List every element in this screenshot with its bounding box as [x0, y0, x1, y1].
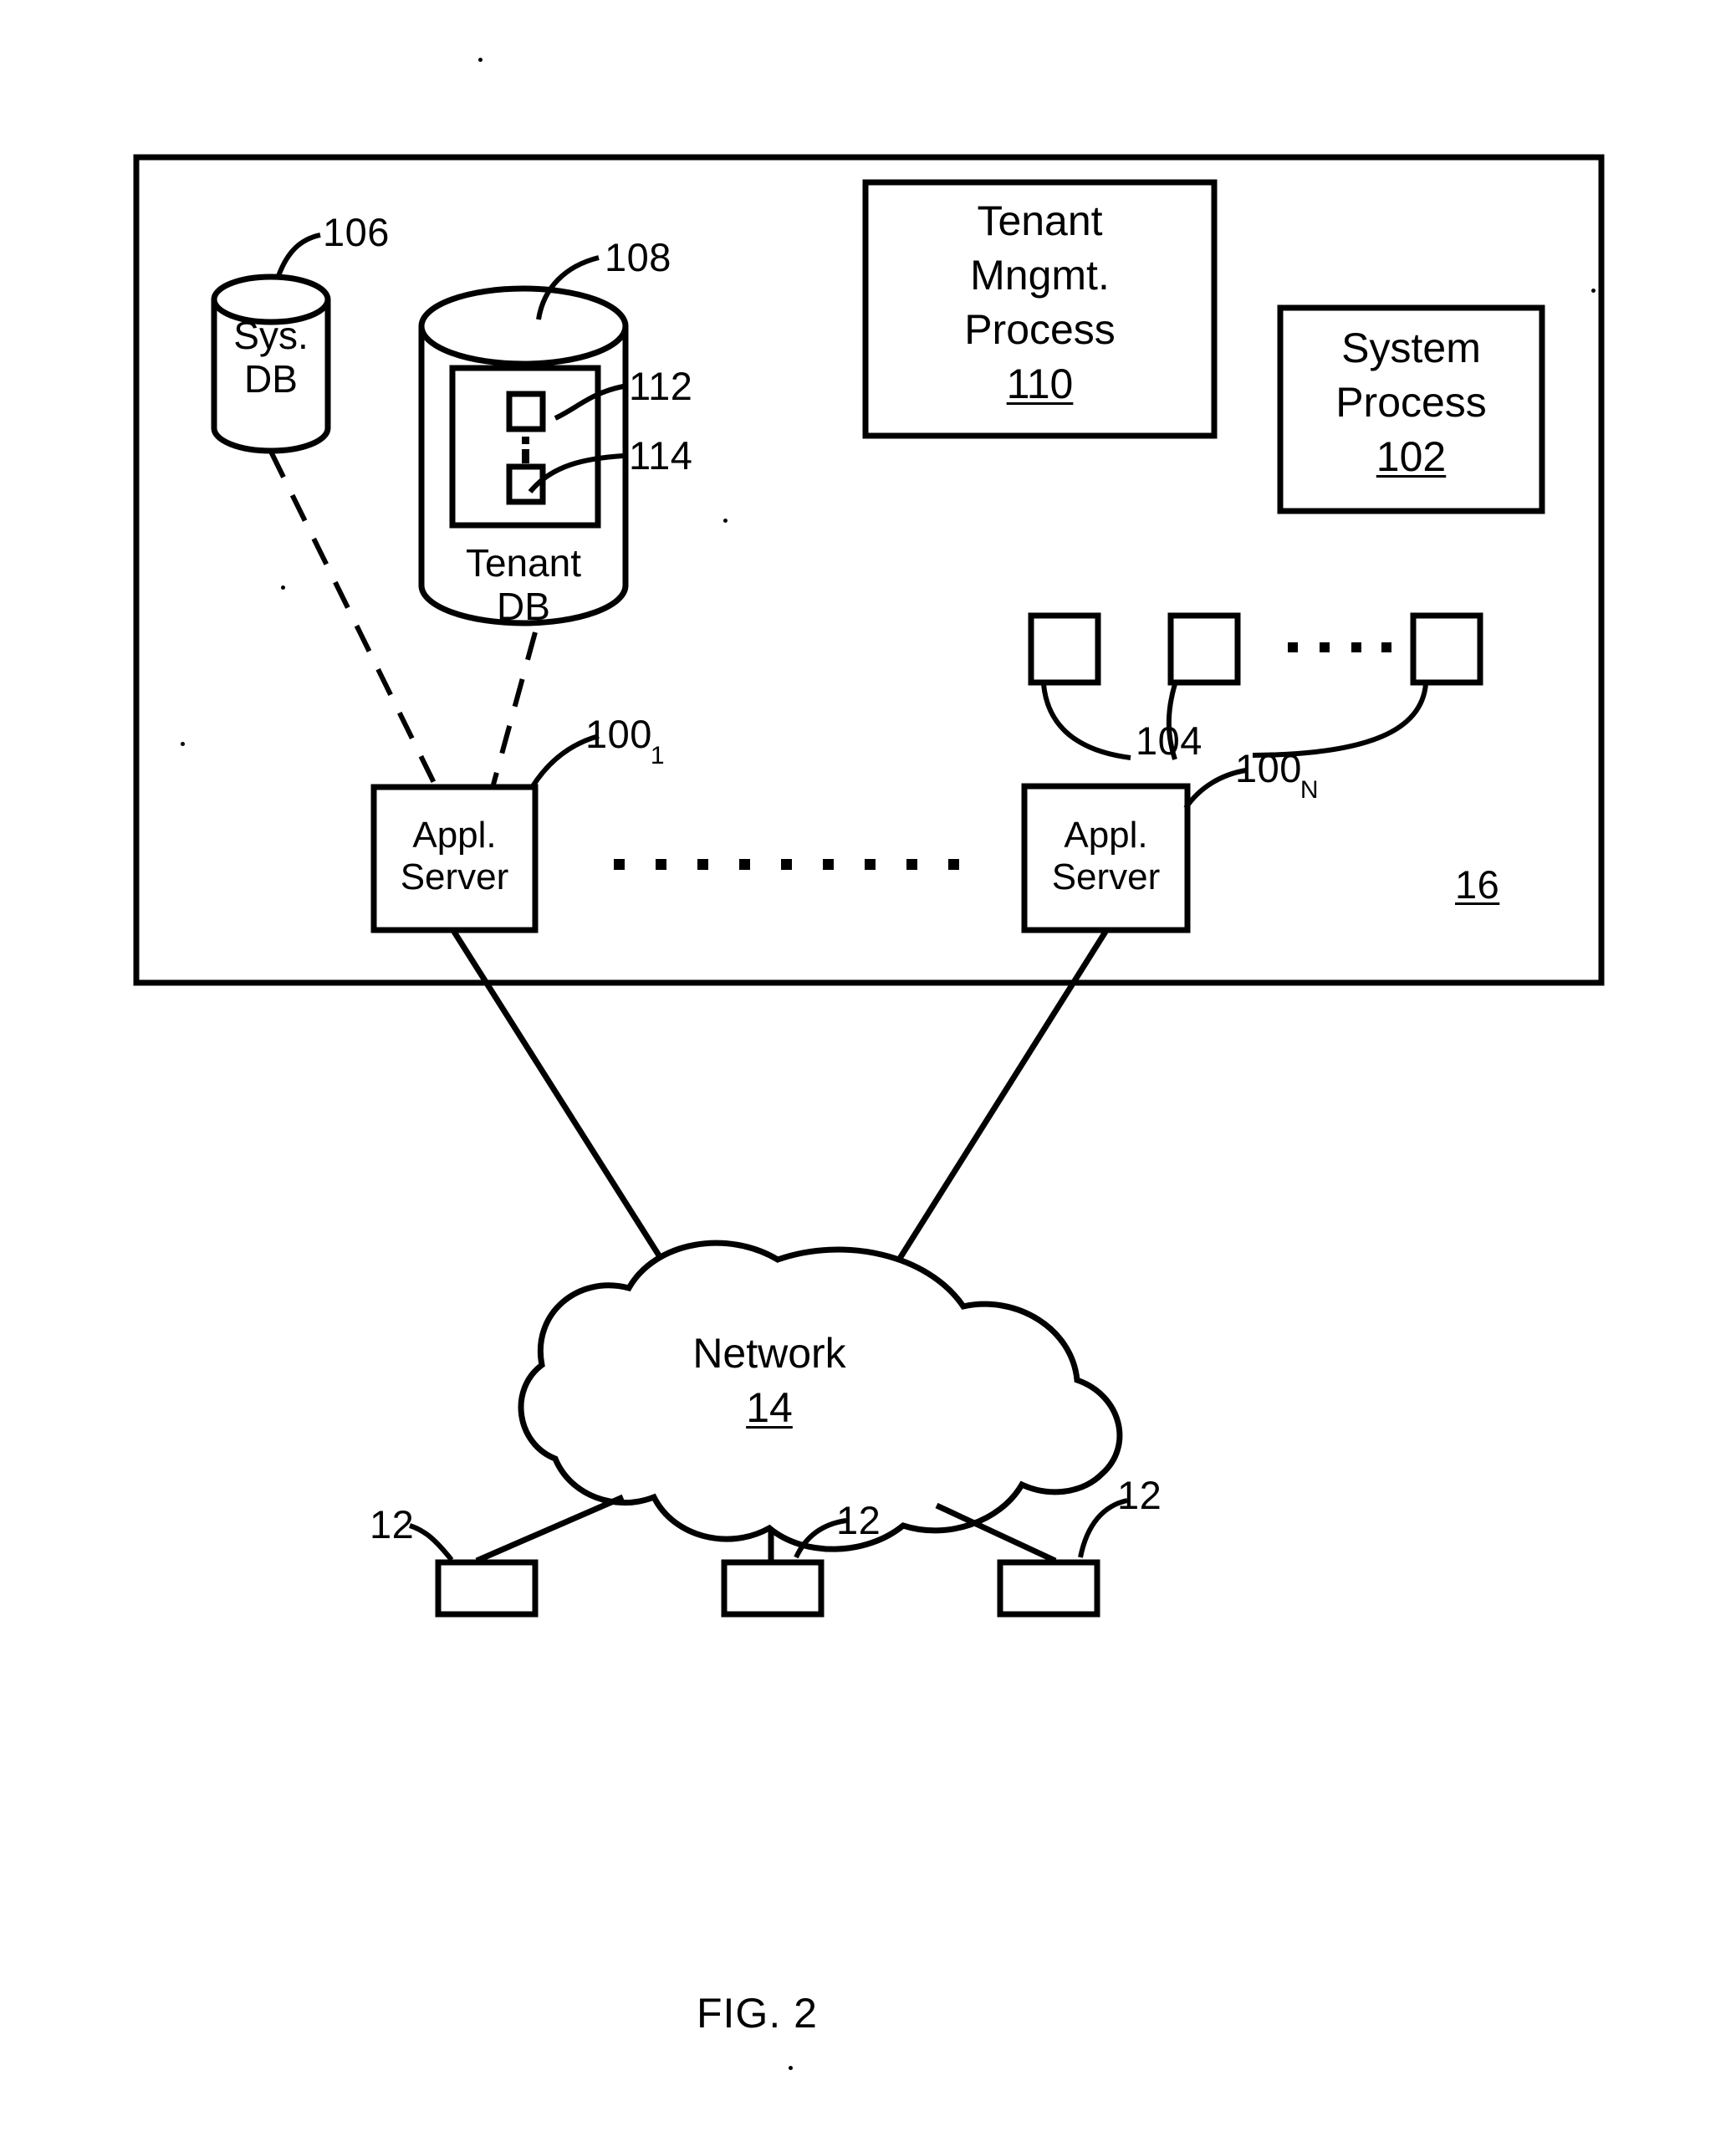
ref-label-16: 16 — [1455, 862, 1500, 907]
tenant-db-label-line2: DB — [497, 584, 550, 628]
tenant-management-process-label: Tenant Mngmt. Process 110 — [865, 194, 1214, 412]
network-ref: 14 — [746, 1384, 793, 1431]
ref-label-12-left: 12 — [370, 1502, 415, 1546]
system-process-line2: Process — [1335, 379, 1487, 426]
ref-label-12-center: 12 — [836, 1498, 881, 1542]
process-space-ellipsis-dot-4 — [1381, 642, 1391, 652]
server-ellipsis-dot-9 — [948, 859, 959, 870]
ref-label-108: 108 — [605, 235, 671, 279]
system-process-line1: System — [1341, 325, 1481, 371]
server-ellipsis-dot-5 — [781, 859, 792, 870]
tenant-management-process-line1: Tenant — [977, 197, 1103, 244]
ref-label-100-first-sub: 1 — [650, 742, 666, 770]
patent-figure-page: 106 Sys. DB 108 112 114 Tenant DB Tenant… — [0, 0, 1736, 2142]
app-server-first-label: Appl. Server — [374, 815, 535, 898]
ref-label-112: 112 — [629, 364, 693, 408]
ref-label-100-last-base: 100 — [1235, 746, 1302, 790]
network-label: Network 14 — [598, 1327, 941, 1435]
tenant-management-process-ref: 110 — [1006, 360, 1074, 407]
sys-db-label-line1: Sys. — [233, 314, 309, 357]
app-server-last-line1: Appl. — [1064, 815, 1148, 856]
link-tenantdb-to-appserver — [491, 631, 538, 785]
client-left-box — [435, 1559, 539, 1618]
sys-db-label: Sys. DB — [214, 314, 328, 401]
server-ellipsis-dot-8 — [906, 859, 917, 870]
storage-ellipsis-dot-3 — [522, 456, 529, 463]
process-space-ellipsis-dot-1 — [1288, 642, 1298, 652]
scan-speck — [723, 519, 728, 523]
ref-label-104: 104 — [1136, 718, 1202, 763]
client-center-box — [721, 1559, 825, 1618]
tenant-db-label-line1: Tenant — [465, 541, 582, 585]
ref-label-100-first: 1001 — [585, 711, 666, 769]
server-ellipsis-dot-1 — [614, 859, 625, 870]
process-space-square-2 — [1167, 612, 1241, 686]
storage-ellipsis-dot-1 — [522, 437, 529, 444]
process-space-ellipsis-dot-3 — [1351, 642, 1361, 652]
ref-label-100-last: 100N — [1235, 745, 1320, 804]
leader-12-left — [409, 1523, 454, 1562]
system-process-ref: 102 — [1376, 433, 1447, 480]
sys-db-label-line2: DB — [244, 356, 298, 401]
figure-caption: FIG. 2 — [697, 1990, 818, 2037]
process-space-ellipsis-dot-2 — [1320, 642, 1330, 652]
storage-ellipsis-dot-2 — [522, 449, 529, 457]
server-ellipsis-dot-2 — [656, 859, 666, 870]
tenant-db-label: Tenant DB — [421, 541, 625, 628]
link-network-to-client-left — [475, 1494, 625, 1564]
system-process-label: System Process 102 — [1280, 321, 1542, 484]
ref-label-106: 106 — [323, 210, 390, 254]
server-ellipsis-dot-3 — [697, 859, 708, 870]
scan-speck — [478, 58, 483, 62]
ref-label-100-last-sub: N — [1299, 776, 1320, 805]
leader-106 — [276, 233, 321, 278]
app-server-last-label: Appl. Server — [1024, 815, 1187, 898]
scan-speck — [281, 585, 285, 590]
scan-speck — [1591, 289, 1596, 293]
server-ellipsis-dot-6 — [823, 859, 834, 870]
server-ellipsis-dot-4 — [739, 859, 750, 870]
tenant-management-process-line3: Process — [964, 306, 1116, 353]
server-ellipsis-dot-7 — [865, 859, 876, 870]
app-server-first-line2: Server — [400, 856, 509, 898]
leader-104-left — [1041, 683, 1131, 760]
app-server-last-line2: Server — [1051, 856, 1161, 898]
app-server-first-line1: Appl. — [412, 815, 497, 856]
ref-label-100-first-base: 100 — [585, 712, 652, 756]
process-space-square-1 — [1028, 612, 1101, 686]
ref-label-12-right: 12 — [1117, 1473, 1162, 1517]
scan-speck — [789, 2066, 793, 2070]
tenant-management-process-line2: Mngmt. — [970, 252, 1110, 299]
process-space-square-3 — [1410, 612, 1483, 686]
scan-speck — [181, 742, 185, 746]
ref-label-114: 114 — [629, 433, 693, 478]
network-label-text: Network — [692, 1330, 846, 1377]
link-sysdb-to-appserver — [268, 450, 437, 786]
client-right-box — [997, 1559, 1100, 1618]
